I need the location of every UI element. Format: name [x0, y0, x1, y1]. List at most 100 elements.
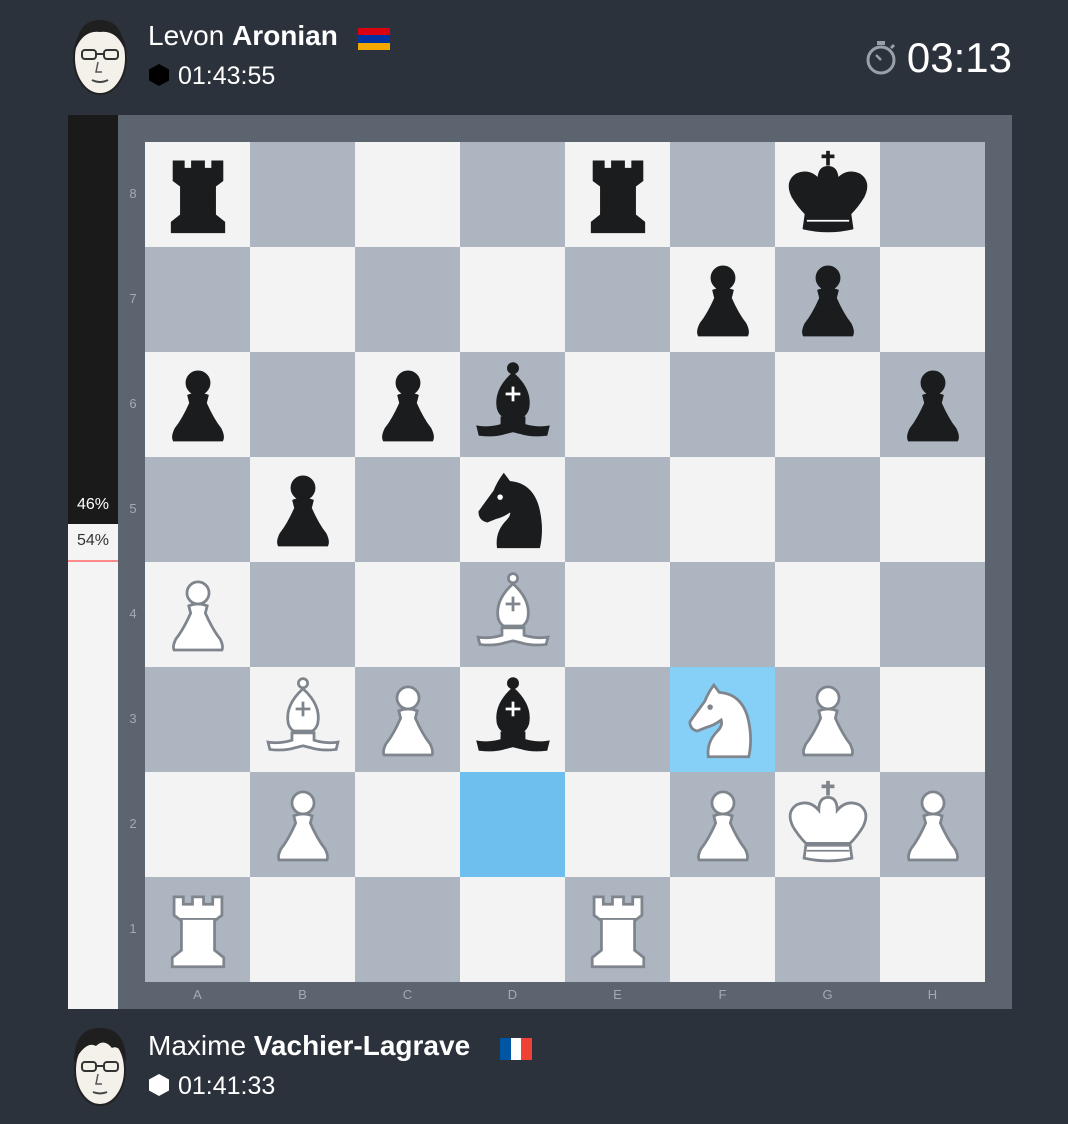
france-flag-icon	[500, 1038, 533, 1060]
black-rook-icon[interactable]	[572, 149, 664, 241]
black-pawn-icon[interactable]	[677, 254, 769, 346]
square-b1[interactable]	[250, 877, 355, 982]
square-d3[interactable]	[460, 667, 565, 772]
square-h1[interactable]	[880, 877, 985, 982]
square-b4[interactable]	[250, 562, 355, 667]
square-e7[interactable]	[565, 247, 670, 352]
square-c3[interactable]	[355, 667, 460, 772]
square-g6[interactable]	[775, 352, 880, 457]
white-rook-icon[interactable]	[152, 884, 244, 976]
square-g4[interactable]	[775, 562, 880, 667]
square-f2[interactable]	[670, 772, 775, 877]
white-pawn-icon[interactable]	[362, 674, 454, 766]
square-g2[interactable]	[775, 772, 880, 877]
square-c2[interactable]	[355, 772, 460, 877]
black-rook-icon[interactable]	[152, 149, 244, 241]
square-h6[interactable]	[880, 352, 985, 457]
square-e4[interactable]	[565, 562, 670, 667]
square-e5[interactable]	[565, 457, 670, 562]
white-pawn-icon[interactable]	[782, 674, 874, 766]
square-e2[interactable]	[565, 772, 670, 877]
square-h4[interactable]	[880, 562, 985, 667]
rank-label: 3	[129, 711, 137, 726]
square-d1[interactable]	[460, 877, 565, 982]
square-f1[interactable]	[670, 877, 775, 982]
black-knight-icon[interactable]	[467, 464, 559, 556]
square-f3[interactable]	[670, 667, 775, 772]
square-d4[interactable]	[460, 562, 565, 667]
square-g8[interactable]	[775, 142, 880, 247]
square-f4[interactable]	[670, 562, 775, 667]
black-bishop-icon[interactable]	[467, 674, 559, 766]
black-pawn-icon[interactable]	[782, 254, 874, 346]
square-a7[interactable]	[145, 247, 250, 352]
white-pawn-icon[interactable]	[257, 779, 349, 871]
square-c5[interactable]	[355, 457, 460, 562]
file-label: F	[718, 987, 727, 1002]
black-pawn-icon[interactable]	[887, 359, 979, 451]
white-pawn-icon[interactable]	[887, 779, 979, 871]
square-c6[interactable]	[355, 352, 460, 457]
chess-board-frame: 8 7 6 5 4 3 2 1 A B C D E F G H	[118, 115, 1012, 1009]
square-e8[interactable]	[565, 142, 670, 247]
white-king-icon[interactable]	[782, 779, 874, 871]
square-g5[interactable]	[775, 457, 880, 562]
file-label: H	[927, 987, 938, 1002]
file-label: E	[613, 987, 622, 1002]
square-g1[interactable]	[775, 877, 880, 982]
square-h7[interactable]	[880, 247, 985, 352]
square-d5[interactable]	[460, 457, 565, 562]
square-c1[interactable]	[355, 877, 460, 982]
square-a4[interactable]	[145, 562, 250, 667]
white-rook-icon[interactable]	[572, 884, 664, 976]
square-h8[interactable]	[880, 142, 985, 247]
square-g3[interactable]	[775, 667, 880, 772]
square-b2[interactable]	[250, 772, 355, 877]
square-b3[interactable]	[250, 667, 355, 772]
rank-label: 2	[129, 816, 137, 831]
black-king-icon[interactable]	[782, 149, 874, 241]
square-g7[interactable]	[775, 247, 880, 352]
square-d7[interactable]	[460, 247, 565, 352]
square-b8[interactable]	[250, 142, 355, 247]
rank-label: 5	[129, 501, 137, 516]
square-a2[interactable]	[145, 772, 250, 877]
black-pawn-icon[interactable]	[362, 359, 454, 451]
black-pawn-icon[interactable]	[257, 464, 349, 556]
square-h3[interactable]	[880, 667, 985, 772]
black-bishop-icon[interactable]	[467, 359, 559, 451]
square-a3[interactable]	[145, 667, 250, 772]
square-f6[interactable]	[670, 352, 775, 457]
white-pawn-icon[interactable]	[152, 569, 244, 661]
white-knight-icon[interactable]	[677, 674, 769, 766]
white-bishop-icon[interactable]	[467, 569, 559, 661]
square-f8[interactable]	[670, 142, 775, 247]
square-h5[interactable]	[880, 457, 985, 562]
square-a8[interactable]	[145, 142, 250, 247]
square-c8[interactable]	[355, 142, 460, 247]
square-e3[interactable]	[565, 667, 670, 772]
square-d2[interactable]	[460, 772, 565, 877]
square-b5[interactable]	[250, 457, 355, 562]
square-e6[interactable]	[565, 352, 670, 457]
square-e1[interactable]	[565, 877, 670, 982]
white-bishop-icon[interactable]	[257, 674, 349, 766]
square-f7[interactable]	[670, 247, 775, 352]
evaluation-divider	[68, 560, 118, 562]
square-b6[interactable]	[250, 352, 355, 457]
player-clock-bottom: 01:41:33	[148, 1072, 275, 1101]
black-pawn-icon[interactable]	[152, 359, 244, 451]
square-h2[interactable]	[880, 772, 985, 877]
square-a1[interactable]	[145, 877, 250, 982]
white-pawn-icon[interactable]	[677, 779, 769, 871]
armenia-flag-icon	[358, 28, 390, 50]
square-b7[interactable]	[250, 247, 355, 352]
square-c7[interactable]	[355, 247, 460, 352]
square-c4[interactable]	[355, 562, 460, 667]
square-f5[interactable]	[670, 457, 775, 562]
square-d8[interactable]	[460, 142, 565, 247]
chess-board[interactable]	[145, 142, 985, 982]
square-a6[interactable]	[145, 352, 250, 457]
square-d6[interactable]	[460, 352, 565, 457]
square-a5[interactable]	[145, 457, 250, 562]
